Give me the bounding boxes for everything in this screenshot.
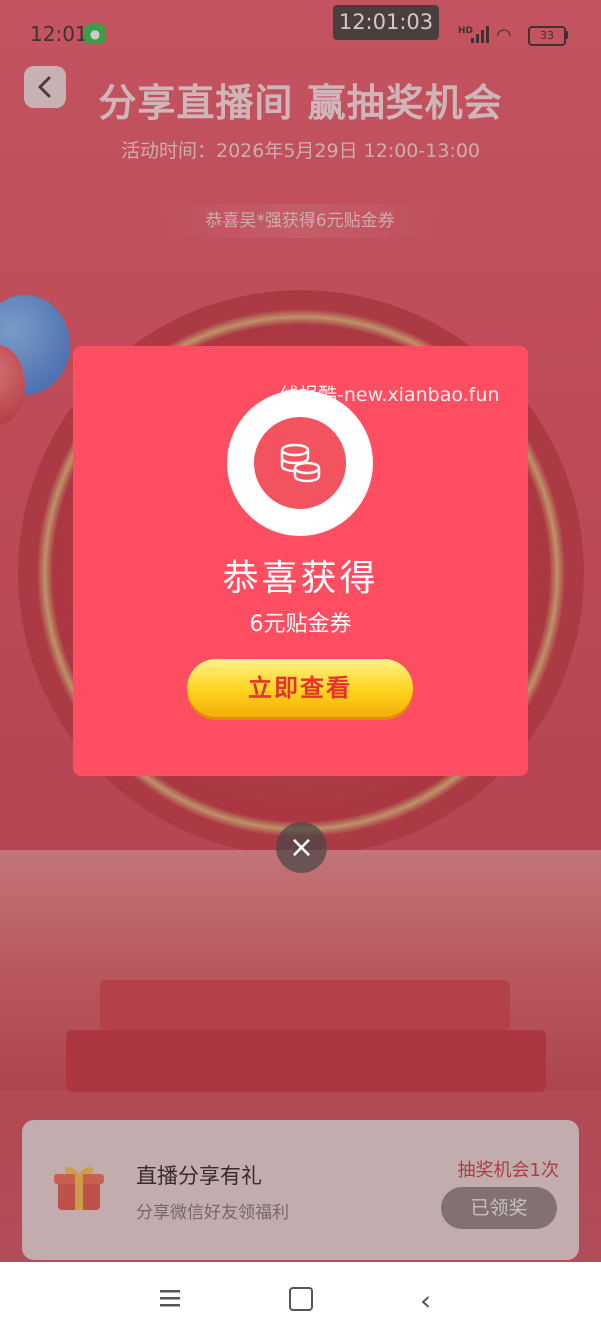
system-nav-bar: ‹ <box>0 1262 601 1334</box>
view-now-button[interactable]: 立即查看 <box>187 659 413 717</box>
home-icon[interactable] <box>289 1287 313 1311</box>
modal-title: 恭喜获得 <box>222 558 379 599</box>
prize-modal: 恭喜获得 6元贴金券 立即查看 <box>73 346 528 776</box>
nav-back-icon[interactable]: ‹ <box>420 1284 431 1317</box>
coin-stack-icon <box>280 443 321 483</box>
close-icon[interactable]: × <box>276 822 327 873</box>
coin-badge-inner <box>254 417 346 509</box>
watermark-text: 线报酷-new.xianbao.fun <box>280 384 500 406</box>
coin-badge <box>227 390 373 536</box>
menu-icon[interactable] <box>158 1286 182 1310</box>
prize-name: 6元贴金券 <box>249 612 352 637</box>
